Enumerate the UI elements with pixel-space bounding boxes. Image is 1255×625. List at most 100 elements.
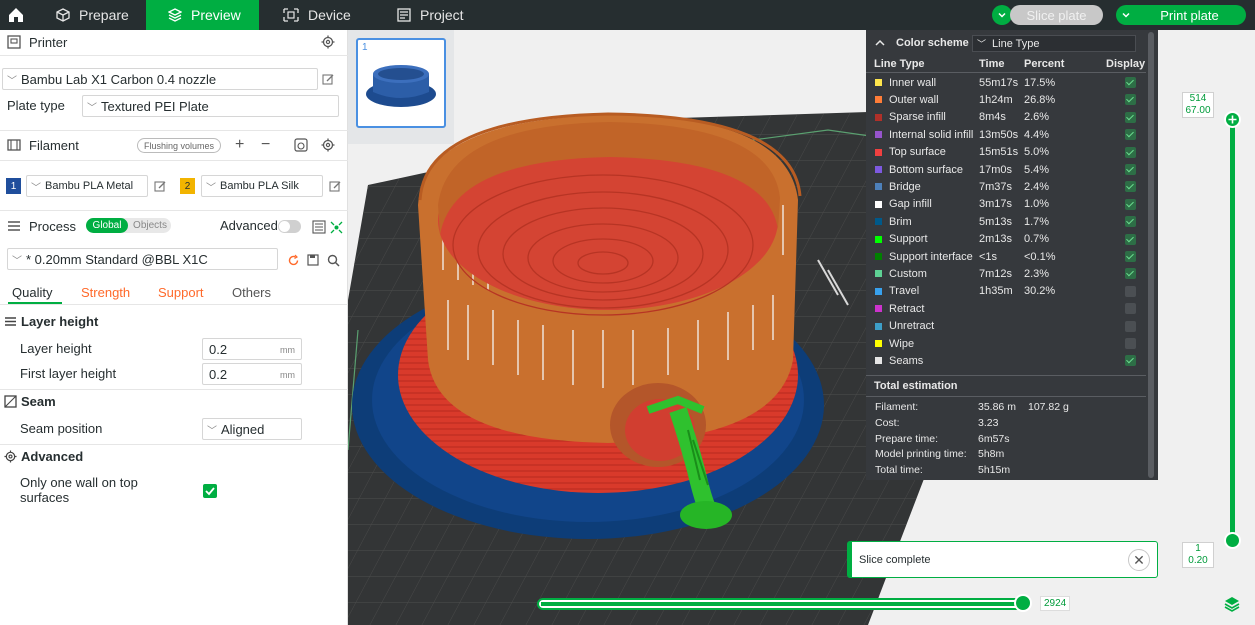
- filament-slot-2-select[interactable]: ﹀ Bambu PLA Silk: [201, 175, 323, 197]
- process-compare-button[interactable]: [329, 220, 343, 234]
- tab-prepare[interactable]: Prepare: [48, 0, 146, 30]
- layer-slider-track[interactable]: [1230, 120, 1235, 540]
- filament-slot-1-select[interactable]: ﹀ Bambu PLA Metal: [26, 175, 148, 197]
- layer-height-group-label: Layer height: [21, 314, 99, 329]
- color-swatch: [875, 113, 882, 121]
- legend-row: Sparse infill 8m4s 2.6%: [866, 109, 1158, 126]
- plate-thumbnail[interactable]: 1: [356, 38, 446, 128]
- line-type-time: 7m37s: [979, 180, 1013, 193]
- display-checkbox[interactable]: [1125, 94, 1136, 106]
- line-type-time: 3m17s: [979, 198, 1013, 211]
- display-checkbox[interactable]: [1125, 320, 1136, 332]
- process-list-button[interactable]: [312, 220, 326, 234]
- process-save-button[interactable]: [306, 253, 320, 267]
- layer-height-input[interactable]: 0.2 mm: [202, 338, 302, 360]
- process-reset-button[interactable]: [286, 253, 300, 267]
- slice-plate-button[interactable]: Slice plate: [1010, 5, 1103, 25]
- display-checkbox[interactable]: [1125, 303, 1136, 315]
- color-scheme-select[interactable]: ﹀ Line Type: [972, 35, 1136, 52]
- line-type-name: Seams: [889, 354, 924, 367]
- tab-others[interactable]: Others: [232, 285, 271, 300]
- add-filament-button[interactable]: +: [235, 136, 244, 154]
- line-type-percent: 30.2%: [1024, 285, 1056, 298]
- display-checkbox[interactable]: [1125, 146, 1136, 158]
- layer-slider-top-knob[interactable]: [1224, 111, 1241, 128]
- display-checkbox[interactable]: [1125, 198, 1136, 210]
- printer-select[interactable]: ﹀ Bambu Lab X1 Carbon 0.4 nozzle: [2, 68, 318, 90]
- display-checkbox[interactable]: [1125, 111, 1136, 123]
- line-type-name: Gap infill: [889, 198, 932, 211]
- slice-dropdown-button[interactable]: [992, 5, 1012, 25]
- checkmark-icon: [205, 487, 215, 496]
- list-icon: [312, 220, 326, 234]
- advanced-toggle[interactable]: [278, 220, 301, 233]
- close-notification-button[interactable]: ✕: [1128, 549, 1150, 571]
- display-checkbox[interactable]: [1125, 77, 1136, 88]
- divider: [0, 55, 348, 56]
- estimation-key: Prepare time:: [875, 432, 939, 445]
- global-option[interactable]: Global: [86, 218, 128, 233]
- seam-position-select[interactable]: ﹀ Aligned: [202, 418, 302, 440]
- filament-sync-button[interactable]: [294, 138, 308, 152]
- one-wall-top-label-line2: surfaces: [20, 490, 70, 505]
- display-checkbox[interactable]: [1125, 251, 1136, 262]
- plus-icon: +: [235, 136, 245, 153]
- display-checkbox[interactable]: [1125, 285, 1136, 297]
- move-slider-value: 2924: [1040, 596, 1071, 611]
- display-checkbox[interactable]: [1125, 338, 1136, 349]
- line-type-percent: 1.0%: [1024, 198, 1050, 211]
- line-type-percent: 2.4%: [1024, 180, 1050, 193]
- display-checkbox[interactable]: [1125, 181, 1136, 193]
- layer-slider-bottom-knob[interactable]: [1224, 532, 1241, 549]
- color-swatch: [875, 270, 882, 278]
- plate-type-select[interactable]: ﹀ Textured PEI Plate: [82, 95, 339, 117]
- legend-scrollbar[interactable]: [1148, 32, 1154, 478]
- first-layer-height-value: 0.2: [209, 366, 228, 382]
- objects-option[interactable]: Objects: [130, 218, 170, 233]
- process-search-button[interactable]: [326, 253, 340, 267]
- home-button[interactable]: [0, 0, 32, 30]
- color-swatch: [875, 253, 882, 260]
- tab-strength[interactable]: Strength: [81, 285, 130, 300]
- seam-position-label: Seam position: [20, 421, 103, 436]
- project-icon: [397, 8, 411, 22]
- collapse-icon[interactable]: [874, 38, 886, 51]
- line-type-percent: <0.1%: [1024, 250, 1056, 263]
- total-estimation-title: Total estimation: [874, 380, 958, 392]
- unit-label: mm: [280, 370, 295, 380]
- tab-preview-label: Preview: [191, 7, 241, 23]
- flushing-volumes-button[interactable]: Flushing volumes: [137, 138, 221, 153]
- tab-support[interactable]: Support: [158, 285, 204, 300]
- color-swatch: [875, 166, 882, 173]
- filament-slot-1-edit-button[interactable]: [153, 179, 167, 193]
- display-checkbox[interactable]: [1125, 233, 1136, 245]
- display-checkbox[interactable]: [1125, 164, 1136, 175]
- layers-toggle-button[interactable]: [1223, 595, 1241, 616]
- color-scheme-legend: Color scheme ﹀ Line Type Line Type Time …: [866, 30, 1158, 480]
- filament-settings-button[interactable]: [321, 138, 335, 152]
- move-slider-knob[interactable]: [1014, 594, 1032, 612]
- tab-project[interactable]: Project: [397, 0, 497, 30]
- printer-settings-button[interactable]: [321, 35, 335, 49]
- layers-icon: [168, 8, 182, 22]
- display-checkbox[interactable]: [1125, 129, 1136, 141]
- one-wall-top-checkbox[interactable]: [203, 484, 217, 498]
- process-preset-select[interactable]: ﹀ * 0.20mm Standard @BBL X1C: [7, 248, 278, 270]
- display-checkbox[interactable]: [1125, 355, 1136, 367]
- tab-quality[interactable]: Quality: [12, 285, 52, 300]
- line-type-name: Bottom surface: [889, 163, 963, 176]
- filament-slot-2-edit-button[interactable]: [328, 179, 342, 193]
- remove-filament-button[interactable]: −: [261, 136, 270, 154]
- print-plate-button[interactable]: Print plate: [1133, 5, 1246, 25]
- tab-device[interactable]: Device: [283, 0, 383, 30]
- printer-edit-button[interactable]: [321, 72, 335, 86]
- global-objects-toggle[interactable]: Global Objects: [86, 218, 171, 233]
- divider: [0, 304, 348, 305]
- first-layer-height-input[interactable]: 0.2 mm: [202, 363, 302, 385]
- tab-preview[interactable]: Preview: [146, 0, 259, 30]
- display-checkbox[interactable]: [1125, 268, 1136, 280]
- color-swatch: [875, 322, 882, 330]
- display-checkbox[interactable]: [1125, 216, 1136, 228]
- legend-row: Inner wall 55m17s 17.5%: [866, 74, 1158, 91]
- chevron-down-icon: ﹀: [12, 255, 22, 267]
